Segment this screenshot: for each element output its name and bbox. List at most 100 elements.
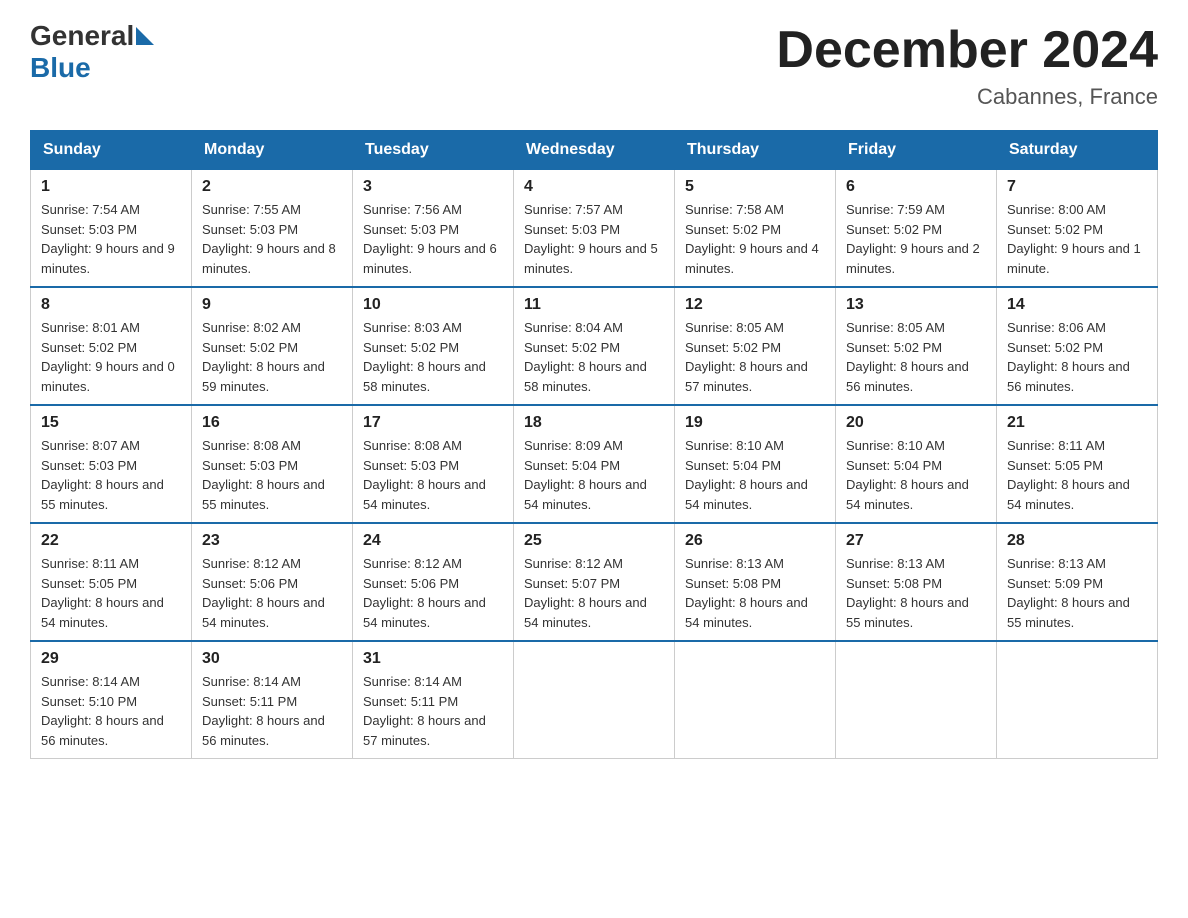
- day-number: 3: [363, 178, 503, 196]
- day-number: 1: [41, 178, 181, 196]
- day-info: Sunrise: 8:04 AMSunset: 5:02 PMDaylight:…: [524, 320, 647, 394]
- calendar-cell: 21 Sunrise: 8:11 AMSunset: 5:05 PMDaylig…: [997, 405, 1158, 523]
- day-info: Sunrise: 8:10 AMSunset: 5:04 PMDaylight:…: [846, 438, 969, 512]
- day-number: 9: [202, 296, 342, 314]
- calendar-cell: 12 Sunrise: 8:05 AMSunset: 5:02 PMDaylig…: [675, 287, 836, 405]
- day-number: 15: [41, 414, 181, 432]
- day-info: Sunrise: 8:12 AMSunset: 5:07 PMDaylight:…: [524, 556, 647, 630]
- day-number: 10: [363, 296, 503, 314]
- day-info: Sunrise: 7:54 AMSunset: 5:03 PMDaylight:…: [41, 202, 175, 276]
- calendar-cell: 17 Sunrise: 8:08 AMSunset: 5:03 PMDaylig…: [353, 405, 514, 523]
- calendar-cell: 11 Sunrise: 8:04 AMSunset: 5:02 PMDaylig…: [514, 287, 675, 405]
- day-info: Sunrise: 7:56 AMSunset: 5:03 PMDaylight:…: [363, 202, 497, 276]
- day-number: 17: [363, 414, 503, 432]
- day-number: 13: [846, 296, 986, 314]
- day-number: 4: [524, 178, 664, 196]
- day-info: Sunrise: 8:09 AMSunset: 5:04 PMDaylight:…: [524, 438, 647, 512]
- calendar-cell: 26 Sunrise: 8:13 AMSunset: 5:08 PMDaylig…: [675, 523, 836, 641]
- calendar-table: SundayMondayTuesdayWednesdayThursdayFrid…: [30, 130, 1158, 759]
- calendar-cell: 16 Sunrise: 8:08 AMSunset: 5:03 PMDaylig…: [192, 405, 353, 523]
- calendar-cell: 13 Sunrise: 8:05 AMSunset: 5:02 PMDaylig…: [836, 287, 997, 405]
- calendar-week-2: 8 Sunrise: 8:01 AMSunset: 5:02 PMDayligh…: [31, 287, 1158, 405]
- day-number: 5: [685, 178, 825, 196]
- calendar-cell: 31 Sunrise: 8:14 AMSunset: 5:11 PMDaylig…: [353, 641, 514, 759]
- calendar-cell: 20 Sunrise: 8:10 AMSunset: 5:04 PMDaylig…: [836, 405, 997, 523]
- day-info: Sunrise: 8:01 AMSunset: 5:02 PMDaylight:…: [41, 320, 175, 394]
- calendar-cell: 3 Sunrise: 7:56 AMSunset: 5:03 PMDayligh…: [353, 170, 514, 288]
- day-number: 8: [41, 296, 181, 314]
- day-number: 23: [202, 532, 342, 550]
- day-info: Sunrise: 8:11 AMSunset: 5:05 PMDaylight:…: [41, 556, 164, 630]
- col-header-thursday: Thursday: [675, 131, 836, 170]
- calendar-cell: 6 Sunrise: 7:59 AMSunset: 5:02 PMDayligh…: [836, 170, 997, 288]
- calendar-cell: 18 Sunrise: 8:09 AMSunset: 5:04 PMDaylig…: [514, 405, 675, 523]
- day-number: 6: [846, 178, 986, 196]
- calendar-cell: 30 Sunrise: 8:14 AMSunset: 5:11 PMDaylig…: [192, 641, 353, 759]
- col-header-friday: Friday: [836, 131, 997, 170]
- day-number: 20: [846, 414, 986, 432]
- day-info: Sunrise: 8:13 AMSunset: 5:08 PMDaylight:…: [846, 556, 969, 630]
- day-number: 12: [685, 296, 825, 314]
- day-info: Sunrise: 8:13 AMSunset: 5:08 PMDaylight:…: [685, 556, 808, 630]
- day-number: 31: [363, 650, 503, 668]
- day-number: 7: [1007, 178, 1147, 196]
- logo: General Blue: [30, 20, 156, 84]
- day-number: 16: [202, 414, 342, 432]
- calendar-cell: [836, 641, 997, 759]
- calendar-week-1: 1 Sunrise: 7:54 AMSunset: 5:03 PMDayligh…: [31, 170, 1158, 288]
- calendar-cell: 5 Sunrise: 7:58 AMSunset: 5:02 PMDayligh…: [675, 170, 836, 288]
- title-area: December 2024 Cabannes, France: [776, 20, 1158, 110]
- day-number: 27: [846, 532, 986, 550]
- calendar-cell: [514, 641, 675, 759]
- day-number: 29: [41, 650, 181, 668]
- calendar-cell: 28 Sunrise: 8:13 AMSunset: 5:09 PMDaylig…: [997, 523, 1158, 641]
- logo-arrow-icon: [136, 27, 154, 45]
- calendar-cell: 24 Sunrise: 8:12 AMSunset: 5:06 PMDaylig…: [353, 523, 514, 641]
- col-header-wednesday: Wednesday: [514, 131, 675, 170]
- day-number: 30: [202, 650, 342, 668]
- calendar-cell: 15 Sunrise: 8:07 AMSunset: 5:03 PMDaylig…: [31, 405, 192, 523]
- col-header-monday: Monday: [192, 131, 353, 170]
- day-number: 26: [685, 532, 825, 550]
- calendar-cell: 10 Sunrise: 8:03 AMSunset: 5:02 PMDaylig…: [353, 287, 514, 405]
- calendar-cell: 22 Sunrise: 8:11 AMSunset: 5:05 PMDaylig…: [31, 523, 192, 641]
- page-header: General Blue December 2024 Cabannes, Fra…: [30, 20, 1158, 110]
- calendar-cell: 1 Sunrise: 7:54 AMSunset: 5:03 PMDayligh…: [31, 170, 192, 288]
- day-number: 19: [685, 414, 825, 432]
- calendar-cell: 14 Sunrise: 8:06 AMSunset: 5:02 PMDaylig…: [997, 287, 1158, 405]
- calendar-cell: 29 Sunrise: 8:14 AMSunset: 5:10 PMDaylig…: [31, 641, 192, 759]
- calendar-cell: 8 Sunrise: 8:01 AMSunset: 5:02 PMDayligh…: [31, 287, 192, 405]
- day-info: Sunrise: 7:59 AMSunset: 5:02 PMDaylight:…: [846, 202, 980, 276]
- day-info: Sunrise: 8:10 AMSunset: 5:04 PMDaylight:…: [685, 438, 808, 512]
- calendar-cell: [997, 641, 1158, 759]
- calendar-week-5: 29 Sunrise: 8:14 AMSunset: 5:10 PMDaylig…: [31, 641, 1158, 759]
- calendar-cell: 7 Sunrise: 8:00 AMSunset: 5:02 PMDayligh…: [997, 170, 1158, 288]
- day-info: Sunrise: 8:12 AMSunset: 5:06 PMDaylight:…: [202, 556, 325, 630]
- calendar-header-row: SundayMondayTuesdayWednesdayThursdayFrid…: [31, 131, 1158, 170]
- calendar-cell: 19 Sunrise: 8:10 AMSunset: 5:04 PMDaylig…: [675, 405, 836, 523]
- calendar-cell: 2 Sunrise: 7:55 AMSunset: 5:03 PMDayligh…: [192, 170, 353, 288]
- day-number: 28: [1007, 532, 1147, 550]
- day-info: Sunrise: 7:55 AMSunset: 5:03 PMDaylight:…: [202, 202, 336, 276]
- day-info: Sunrise: 8:11 AMSunset: 5:05 PMDaylight:…: [1007, 438, 1130, 512]
- calendar-cell: 4 Sunrise: 7:57 AMSunset: 5:03 PMDayligh…: [514, 170, 675, 288]
- day-info: Sunrise: 8:12 AMSunset: 5:06 PMDaylight:…: [363, 556, 486, 630]
- day-info: Sunrise: 8:07 AMSunset: 5:03 PMDaylight:…: [41, 438, 164, 512]
- col-header-sunday: Sunday: [31, 131, 192, 170]
- calendar-cell: 9 Sunrise: 8:02 AMSunset: 5:02 PMDayligh…: [192, 287, 353, 405]
- day-info: Sunrise: 8:14 AMSunset: 5:11 PMDaylight:…: [363, 674, 486, 748]
- day-info: Sunrise: 8:08 AMSunset: 5:03 PMDaylight:…: [363, 438, 486, 512]
- calendar-cell: 27 Sunrise: 8:13 AMSunset: 5:08 PMDaylig…: [836, 523, 997, 641]
- day-info: Sunrise: 8:05 AMSunset: 5:02 PMDaylight:…: [846, 320, 969, 394]
- calendar-cell: 25 Sunrise: 8:12 AMSunset: 5:07 PMDaylig…: [514, 523, 675, 641]
- day-info: Sunrise: 8:03 AMSunset: 5:02 PMDaylight:…: [363, 320, 486, 394]
- day-number: 21: [1007, 414, 1147, 432]
- day-number: 25: [524, 532, 664, 550]
- day-number: 11: [524, 296, 664, 314]
- month-title: December 2024: [776, 20, 1158, 80]
- day-number: 14: [1007, 296, 1147, 314]
- location-text: Cabannes, France: [776, 84, 1158, 110]
- calendar-cell: 23 Sunrise: 8:12 AMSunset: 5:06 PMDaylig…: [192, 523, 353, 641]
- day-info: Sunrise: 8:13 AMSunset: 5:09 PMDaylight:…: [1007, 556, 1130, 630]
- logo-blue-text: Blue: [30, 52, 91, 83]
